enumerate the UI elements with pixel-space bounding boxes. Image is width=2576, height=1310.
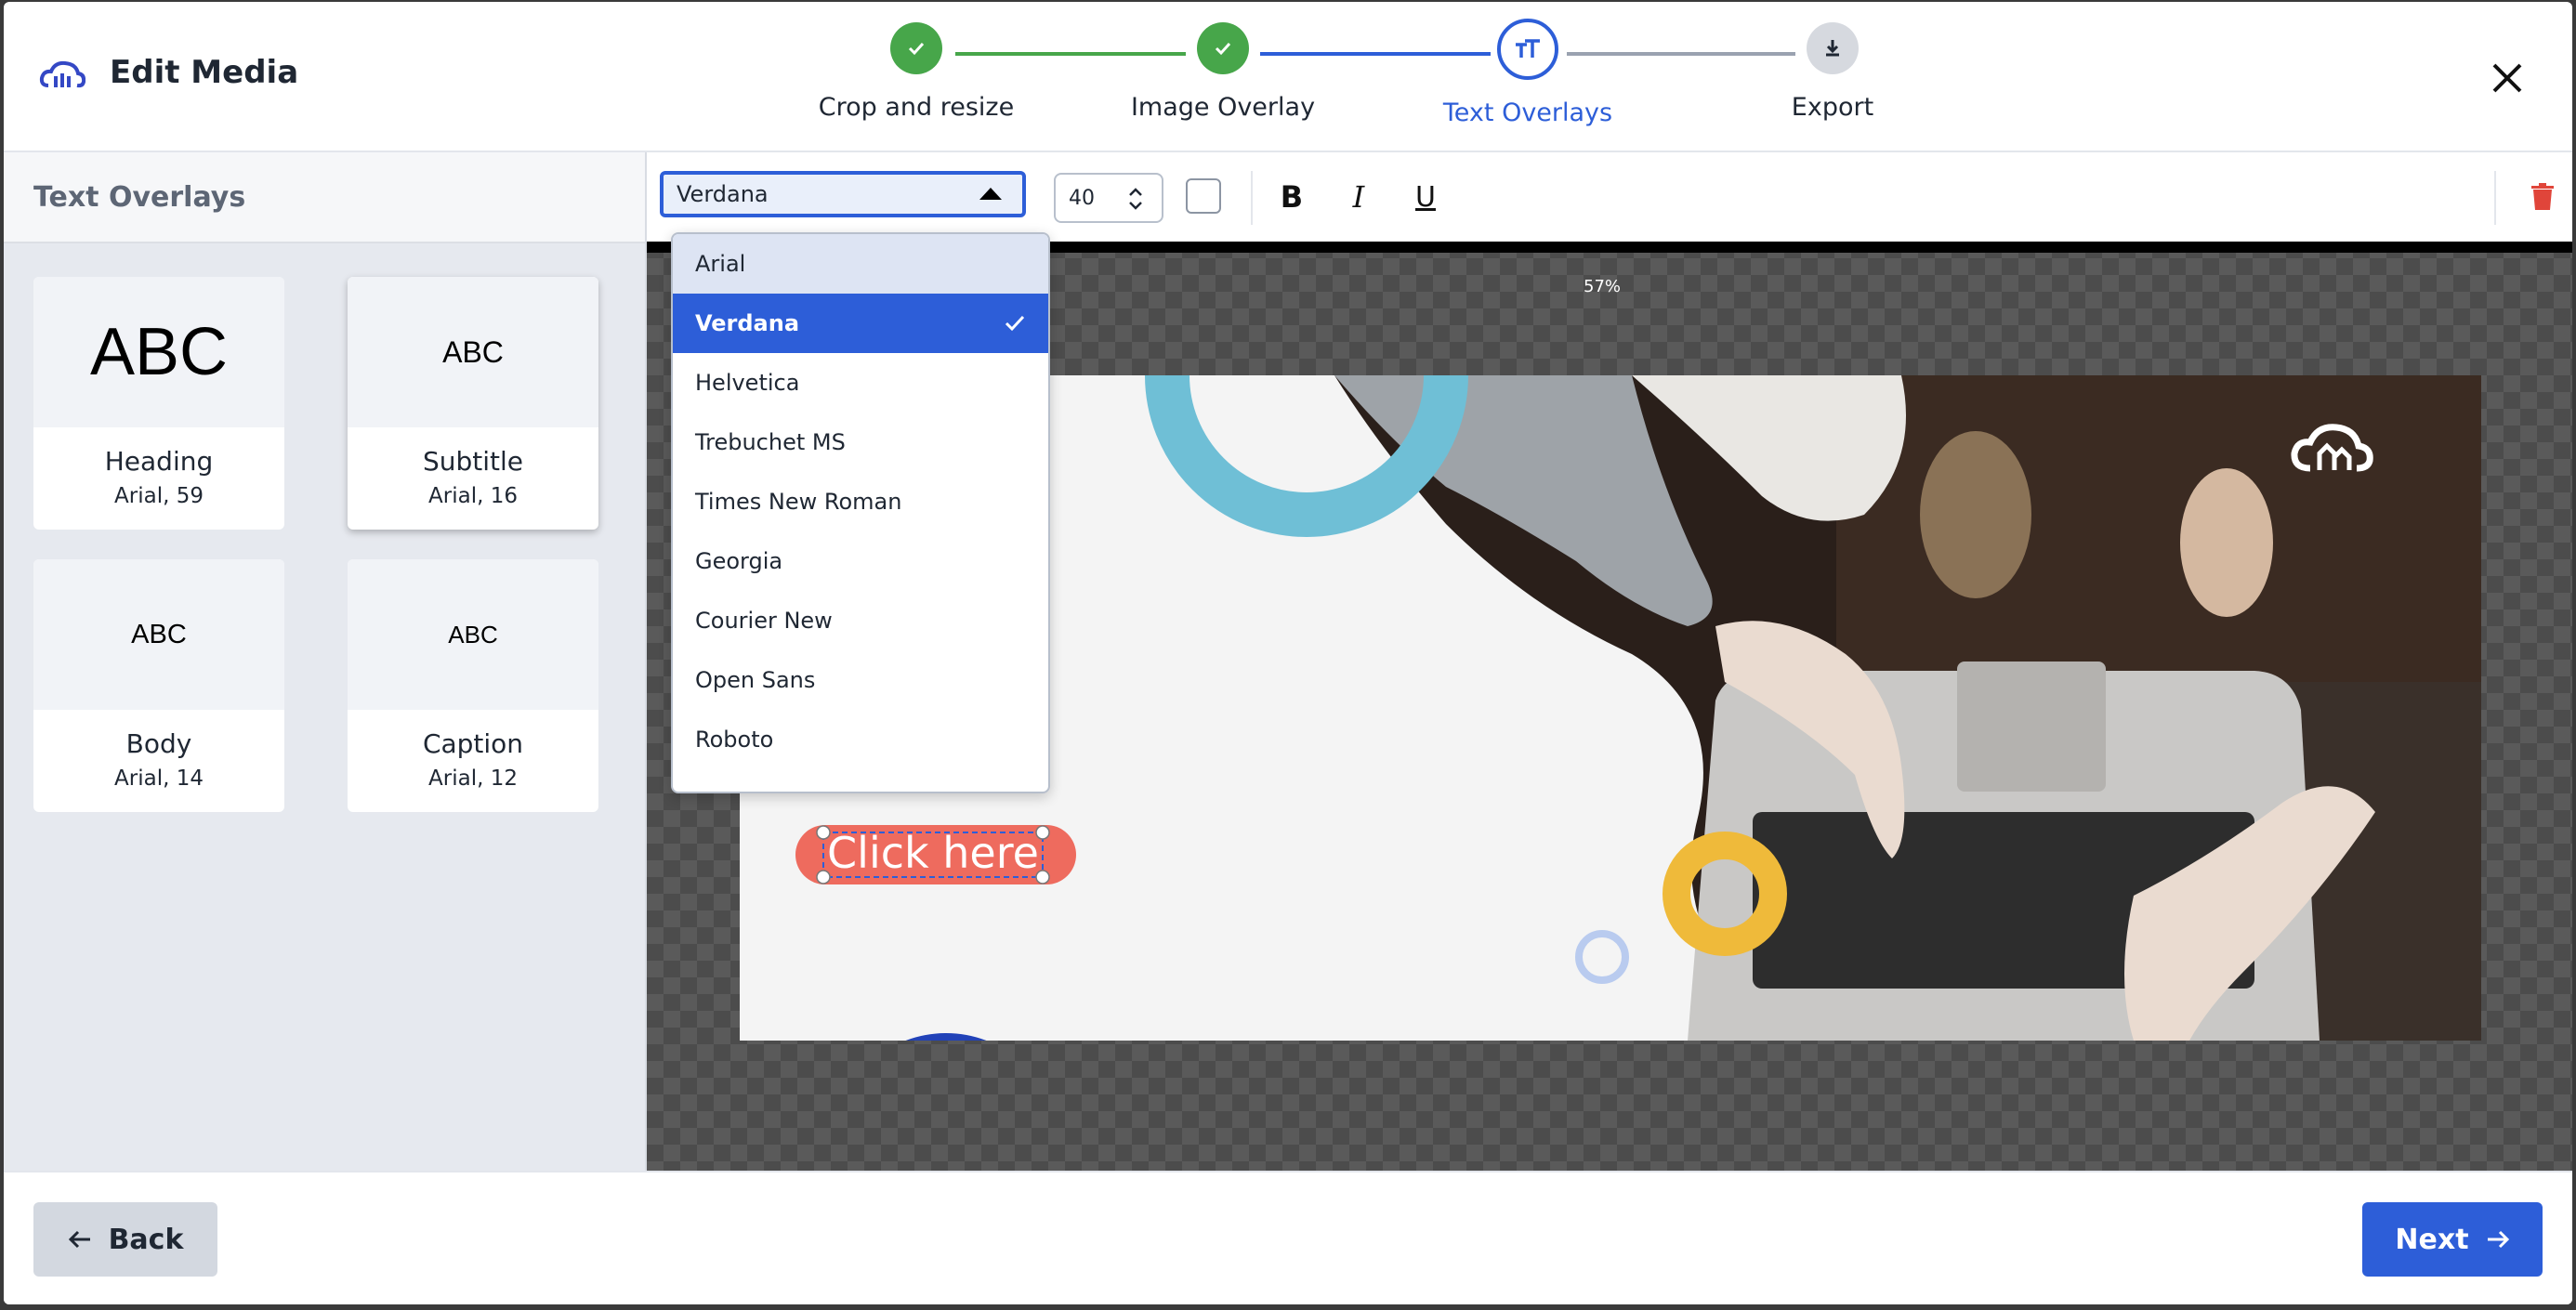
caret-up-icon (979, 188, 1002, 200)
preset-card-body[interactable]: ABC Body Arial, 14 (33, 559, 284, 812)
text-color-swatch[interactable] (1186, 178, 1221, 214)
download-icon (1807, 22, 1859, 74)
preset-sample: ABC (348, 277, 598, 427)
font-option[interactable]: Georgia (673, 531, 1048, 591)
check-icon (1005, 315, 1025, 332)
preset-sample: ABC (348, 559, 598, 710)
step-export[interactable]: Export (1693, 22, 1972, 122)
font-size-value: 40 (1069, 186, 1095, 210)
modal-header: Edit Media Crop and resize Image Overlay… (4, 2, 2572, 152)
preset-meta: Arial, 16 (428, 484, 518, 508)
text-size-icon (1497, 19, 1558, 80)
edit-media-modal: Edit Media Crop and resize Image Overlay… (4, 2, 2572, 1304)
step-label: Image Overlay (1130, 93, 1316, 122)
step-label: Export (1791, 93, 1874, 122)
preset-card-subtitle[interactable]: ABC Subtitle Arial, 16 (348, 277, 598, 530)
font-option[interactable]: Roboto (673, 710, 1048, 769)
font-family-value: Verdana (677, 181, 769, 207)
bold-button[interactable]: B (1271, 177, 1312, 217)
next-button[interactable]: Next (2362, 1202, 2543, 1277)
stepper-arrows-icon[interactable] (1128, 186, 1143, 212)
preset-name: Caption (422, 728, 524, 759)
font-option[interactable]: Times New Roman (673, 472, 1048, 531)
font-option[interactable]: Helvetica (673, 353, 1048, 413)
zoom-indicator: 57% (1584, 277, 1622, 296)
back-label: Back (108, 1223, 184, 1256)
step-text-overlays[interactable]: Text Overlays (1388, 19, 1667, 127)
step-label: Crop and resize (818, 93, 1015, 122)
font-option-label: Verdana (695, 310, 800, 336)
step-label: Text Overlays (1442, 98, 1613, 127)
preset-name: Body (125, 728, 192, 759)
check-icon (1197, 22, 1249, 74)
overlay-text: Click here (827, 828, 1039, 878)
trash-icon[interactable] (2526, 180, 2559, 214)
preset-meta: Arial, 59 (114, 484, 204, 508)
font-option-selected[interactable]: Verdana (673, 294, 1048, 353)
text-toolbar: Verdana 40 B I U (647, 152, 2572, 243)
check-icon (890, 22, 942, 74)
toolbar-divider (2494, 171, 2496, 225)
font-option[interactable]: Arial (673, 234, 1048, 294)
step-image-overlay[interactable]: Image Overlay (1084, 22, 1362, 122)
modal-footer: Back Next (4, 1171, 2572, 1304)
underline-button[interactable]: U (1405, 177, 1446, 217)
preset-meta: Arial, 14 (114, 766, 204, 791)
font-option[interactable]: Courier New (673, 591, 1048, 650)
preset-name: Subtitle (422, 446, 524, 477)
preset-sample: ABC (33, 559, 284, 710)
preset-card-heading[interactable]: ABC Heading Arial, 59 (33, 277, 284, 530)
modal-title: Edit Media (110, 54, 299, 91)
font-option[interactable]: Trebuchet MS (673, 413, 1048, 472)
cloud-logo-icon (39, 60, 85, 88)
close-icon[interactable] (2487, 58, 2528, 98)
font-family-select[interactable]: Verdana (660, 171, 1026, 217)
preset-card-caption[interactable]: ABC Caption Arial, 12 (348, 559, 598, 812)
preset-name: Heading (104, 446, 214, 477)
panel-title: Text Overlays (4, 152, 645, 243)
preset-sample: ABC (33, 277, 284, 427)
step-crop-and-resize[interactable]: Crop and resize (777, 22, 1056, 122)
toolbar-divider (1251, 171, 1253, 225)
font-family-menu: Arial Verdana Helvetica Trebuchet MS Tim… (671, 232, 1050, 793)
font-option[interactable]: Open Sans (673, 650, 1048, 710)
next-label: Next (2395, 1223, 2469, 1256)
text-presets-panel: Text Overlays ABC Heading Arial, 59 ABC … (4, 152, 647, 1171)
italic-button[interactable]: I (1338, 177, 1379, 217)
arrow-left-icon (68, 1230, 90, 1249)
arrow-right-icon (2487, 1230, 2509, 1249)
preset-meta: Arial, 12 (428, 766, 518, 791)
font-size-stepper[interactable]: 40 (1054, 173, 1163, 223)
back-button[interactable]: Back (33, 1202, 217, 1277)
